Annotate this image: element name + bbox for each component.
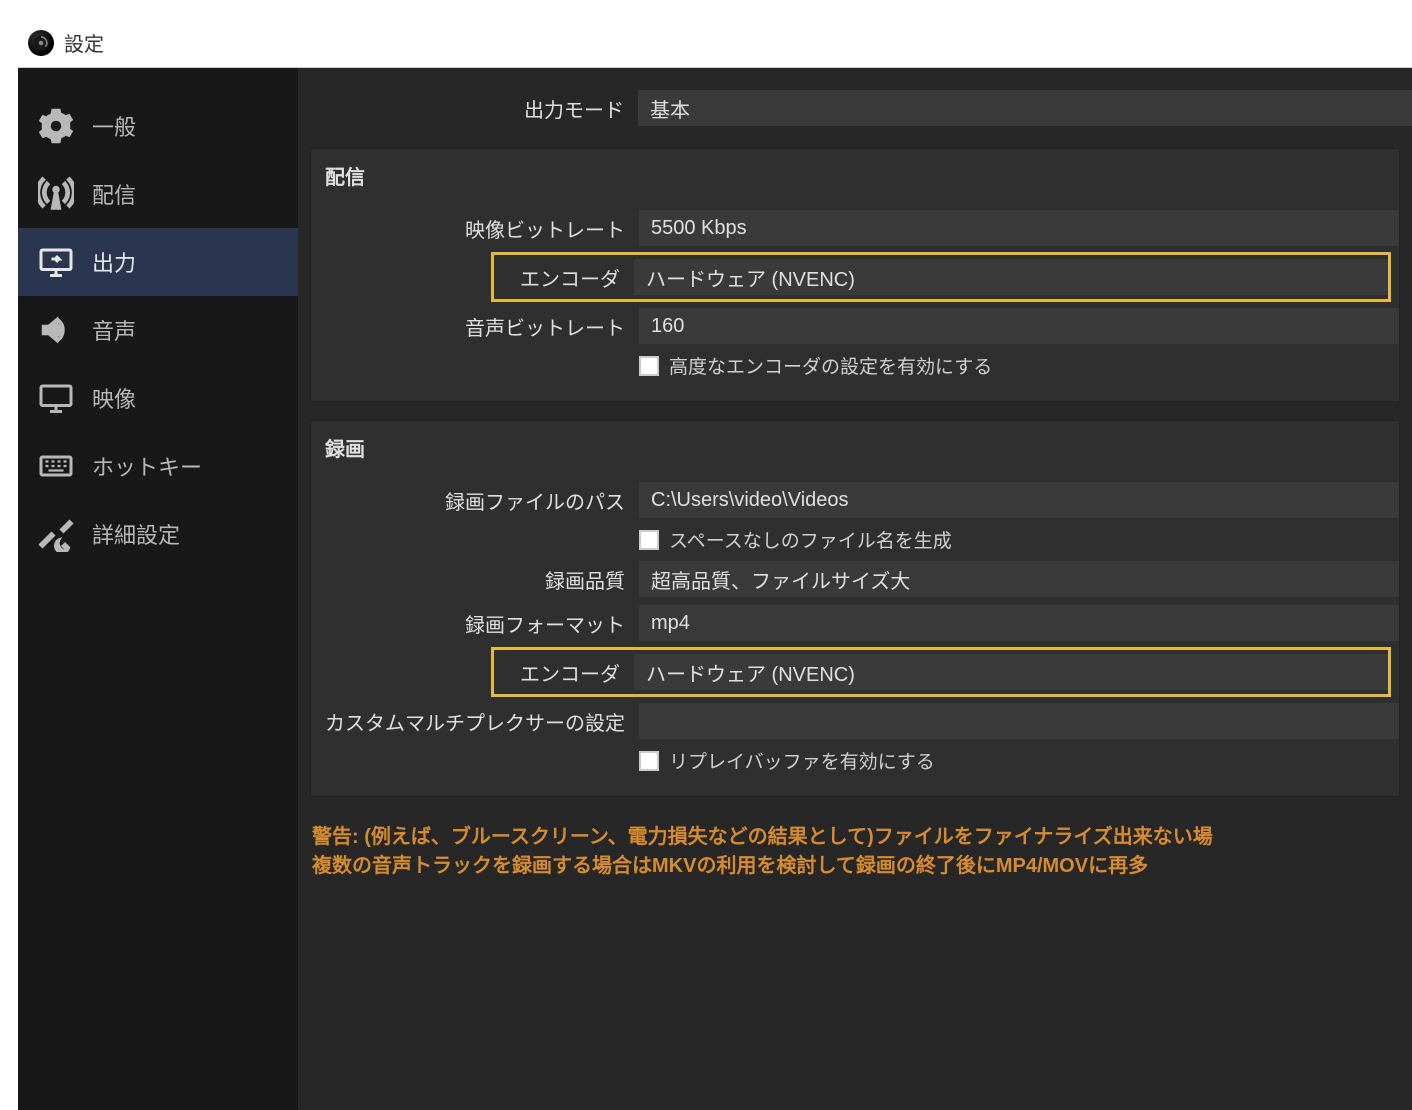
muxer-label: カスタムマルチプレクサーの設定	[311, 707, 639, 736]
stream-encoder-select[interactable]: ハードウェア (NVENC)	[634, 259, 1388, 295]
muxer-field[interactable]	[639, 703, 1399, 739]
checkbox-icon[interactable]	[639, 751, 659, 771]
record-path-field[interactable]: C:\Users\video\Videos	[639, 482, 1399, 518]
streaming-group: 配信 映像ビットレート 5500 Kbps エンコーダ ハードウェア (NVEN…	[310, 148, 1400, 402]
record-path-row: 録画ファイルのパス C:\Users\video\Videos	[311, 478, 1399, 522]
streaming-group-title: 配信	[311, 149, 1399, 206]
sidebar-item-stream[interactable]: 配信	[18, 160, 298, 228]
stream-encoder-label: エンコーダ	[494, 263, 634, 292]
tools-icon	[36, 514, 76, 554]
monitor-icon	[36, 378, 76, 418]
video-bitrate-label: 映像ビットレート	[311, 214, 639, 243]
obs-logo-icon	[28, 30, 54, 56]
gear-icon	[36, 106, 76, 146]
output-mode-row: 出力モード 基本	[298, 68, 1412, 140]
record-encoder-select[interactable]: ハードウェア (NVENC)	[634, 654, 1388, 690]
replay-buffer-label: リプレイバッファを有効にする	[669, 747, 935, 774]
output-mode-label: 出力モード	[298, 94, 638, 123]
nospace-filename-label: スペースなしのファイル名を生成	[669, 526, 952, 553]
replay-buffer-checkbox-row[interactable]: リプレイバッファを有効にする	[639, 747, 935, 774]
checkbox-icon[interactable]	[639, 356, 659, 376]
sidebar-item-output[interactable]: 出力	[18, 228, 298, 296]
warning-line1: 警告: (例えば、ブルースクリーン、電力損失などの結果として)ファイルをファイナ…	[312, 823, 1408, 852]
speaker-icon	[36, 310, 76, 350]
sidebar-item-label: 音声	[92, 314, 136, 346]
recording-group: 録画 録画ファイルのパス C:\Users\video\Videos スペースな…	[310, 420, 1400, 797]
sidebar-item-label: 出力	[92, 246, 136, 278]
sidebar-item-video[interactable]: 映像	[18, 364, 298, 432]
record-encoder-label: エンコーダ	[494, 658, 634, 687]
window-title: 設定	[64, 28, 104, 57]
record-quality-label: 録画品質	[311, 565, 639, 594]
sidebar-item-label: 一般	[92, 110, 136, 142]
record-path-label: 録画ファイルのパス	[311, 486, 639, 515]
sidebar-item-label: 配信	[92, 178, 136, 210]
stream-encoder-row: エンコーダ ハードウェア (NVENC)	[491, 252, 1391, 302]
record-format-row: 録画フォーマット mp4	[311, 601, 1399, 645]
antenna-icon	[36, 174, 76, 214]
audio-bitrate-label: 音声ビットレート	[311, 312, 639, 341]
audio-bitrate-select[interactable]: 160	[639, 308, 1399, 344]
keyboard-icon	[36, 446, 76, 486]
recording-group-title: 録画	[311, 421, 1399, 478]
video-bitrate-field[interactable]: 5500 Kbps	[639, 210, 1399, 246]
advanced-encoder-checkbox-row[interactable]: 高度なエンコーダの設定を有効にする	[639, 352, 992, 379]
sidebar-item-hotkeys[interactable]: ホットキー	[18, 432, 298, 500]
format-warning: 警告: (例えば、ブルースクリーン、電力損失などの結果として)ファイルをファイナ…	[298, 815, 1412, 881]
record-encoder-row: エンコーダ ハードウェア (NVENC)	[491, 647, 1391, 697]
sidebar-item-label: 詳細設定	[92, 518, 180, 550]
advanced-encoder-checkbox-label: 高度なエンコーダの設定を有効にする	[669, 352, 992, 379]
video-bitrate-row: 映像ビットレート 5500 Kbps	[311, 206, 1399, 250]
advanced-encoder-row: 高度なエンコーダの設定を有効にする	[311, 348, 1399, 383]
sidebar-item-advanced[interactable]: 詳細設定	[18, 500, 298, 568]
audio-bitrate-row: 音声ビットレート 160	[311, 304, 1399, 348]
output-icon	[36, 242, 76, 282]
sidebar-item-label: 映像	[92, 382, 136, 414]
sidebar-item-audio[interactable]: 音声	[18, 296, 298, 364]
sidebar-item-label: ホットキー	[92, 450, 202, 482]
replay-buffer-row: リプレイバッファを有効にする	[311, 743, 1399, 778]
titlebar: 設定	[18, 18, 1412, 68]
record-quality-select[interactable]: 超高品質、ファイルサイズ大	[639, 561, 1399, 597]
checkbox-icon[interactable]	[639, 530, 659, 550]
nospace-filename-row: スペースなしのファイル名を生成	[311, 522, 1399, 557]
settings-body: 一般 配信 出力 音声	[18, 68, 1412, 1110]
record-format-select[interactable]: mp4	[639, 605, 1399, 641]
muxer-row: カスタムマルチプレクサーの設定	[311, 699, 1399, 743]
settings-sidebar: 一般 配信 出力 音声	[18, 68, 298, 1110]
nospace-filename-checkbox-row[interactable]: スペースなしのファイル名を生成	[639, 526, 952, 553]
settings-window: 設定 一般 配信 出力	[18, 18, 1412, 1110]
output-settings-panel: 出力モード 基本 配信 映像ビットレート 5500 Kbps エンコーダ ハード…	[298, 68, 1412, 1110]
warning-line2: 複数の音声トラックを録画する場合はMKVの利用を検討して録画の終了後にMP4/M…	[312, 852, 1408, 881]
record-format-label: 録画フォーマット	[311, 609, 639, 638]
record-quality-row: 録画品質 超高品質、ファイルサイズ大	[311, 557, 1399, 601]
sidebar-item-general[interactable]: 一般	[18, 92, 298, 160]
output-mode-select[interactable]: 基本	[638, 90, 1412, 126]
